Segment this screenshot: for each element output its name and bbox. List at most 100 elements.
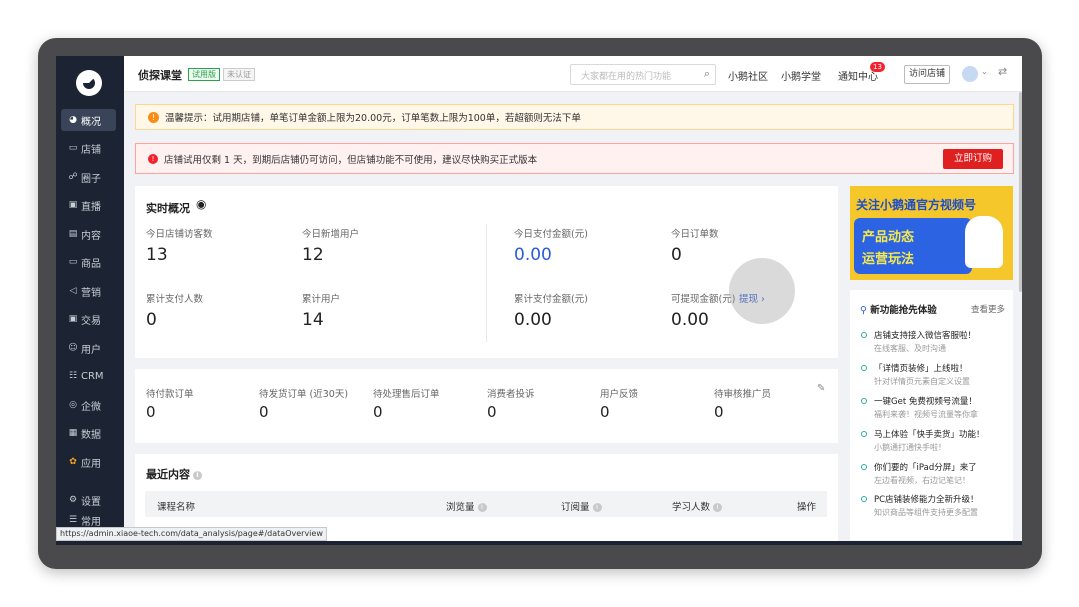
todo-value[interactable]: 0 xyxy=(600,403,610,421)
visit-store-button[interactable]: 访问店铺 xyxy=(904,65,951,84)
todo-label[interactable]: 待付款订单 xyxy=(146,386,194,400)
community-link[interactable]: 小鹅社区 xyxy=(728,68,768,83)
info-icon[interactable]: i xyxy=(592,503,602,512)
feature-title[interactable]: 店铺支持接入微信客服啦！ xyxy=(874,329,976,341)
live-icon: ▣ xyxy=(68,200,78,210)
top-bar: 侦探课堂 试用版 未认证 大家都在用的热门功能 ⌕ 小鹅社区 小鹅学堂 通知中心… xyxy=(124,56,1022,92)
data-icon: ▦ xyxy=(68,428,78,438)
sidebar-item-crm[interactable]: ☷ CRM xyxy=(61,365,116,387)
app-logo[interactable] xyxy=(76,70,102,96)
stat-value: 0 xyxy=(671,245,682,265)
bullet-icon xyxy=(861,464,867,470)
megaphone-icon: ◁ xyxy=(69,286,77,296)
sidebar-item-goods[interactable]: ▭ 商品 xyxy=(61,251,116,273)
stat-label: 今日新增用户 xyxy=(302,229,360,240)
todo-label[interactable]: 待审核推广员 xyxy=(714,386,771,400)
sidebar-item-settings[interactable]: ⚙ 设置 xyxy=(61,489,116,511)
stat-value: 12 xyxy=(302,245,324,265)
bullet-icon xyxy=(861,398,867,404)
sidebar-item-user[interactable]: ☺ 用户 xyxy=(61,337,116,359)
video-channel-promo[interactable]: 关注小鹅通官方视频号 产品动态 运营玩法 xyxy=(850,186,1013,280)
stat-label: 今日店铺访客数 xyxy=(146,229,213,240)
sidebar-item-overview[interactable]: ◕ 概况 xyxy=(61,109,116,131)
feature-subtitle: 福利来袭！视频号流量等你拿 xyxy=(874,410,978,419)
feature-subtitle: 知识商品等组件支持更多配置 xyxy=(874,508,978,517)
sidebar-item-wecom[interactable]: ◎ 企微 xyxy=(61,394,116,416)
sidebar-item-community[interactable]: ☍ 圈子 xyxy=(61,166,116,188)
stat-label: 累计支付人数 xyxy=(146,294,204,305)
column-actions: 操作 xyxy=(797,502,817,513)
bottom-strip xyxy=(56,541,1022,545)
view-more-link[interactable]: 查看更多 xyxy=(971,303,1005,315)
stat-value: 13 xyxy=(146,245,168,265)
rocket-icon: ⚲ xyxy=(860,305,871,316)
search-icon[interactable]: ⌕ xyxy=(704,67,710,81)
new-features-panel: ⚲ 新功能抢先体验 查看更多 店铺支持接入微信客服啦！ 在线客服、及时沟通 「详… xyxy=(850,290,1013,540)
crm-icon: ☷ xyxy=(68,371,78,381)
academy-link[interactable]: 小鹅学堂 xyxy=(781,68,821,83)
trial-badge: 试用版 xyxy=(188,68,220,81)
sidebar-item-marketing[interactable]: ◁ 营销 xyxy=(61,280,116,302)
feature-title[interactable]: PC店铺装修能力全新升级！ xyxy=(874,493,979,505)
bullet-icon xyxy=(861,496,867,502)
menu-icon: ☰ xyxy=(68,515,78,525)
app-screen: ◕ 概况 ▭ 店铺 ☍ 圈子 ▣ 直播 ▤ 内容 ▭ 商品 ◁ 营销 ▣ 交易 ☺ 用户 ☷ CRM… xyxy=(56,56,1022,545)
chevron-down-icon[interactable]: ⌄ xyxy=(981,67,988,76)
wecom-icon: ◎ xyxy=(69,400,77,410)
stat-label: 累计支付金额(元) xyxy=(514,294,588,305)
user-icon: ☺ xyxy=(68,343,78,353)
stat-label: 今日订单数 xyxy=(671,229,719,240)
sidebar-item-content[interactable]: ▤ 内容 xyxy=(61,223,116,245)
avatar[interactable] xyxy=(962,66,978,82)
todo-value[interactable]: 0 xyxy=(259,403,269,421)
alert-icon: ! xyxy=(148,153,158,164)
feature-title[interactable]: 一键Get 免费视频号流量！ xyxy=(874,395,977,407)
search-input[interactable]: 大家都在用的热门功能 ⌕ xyxy=(570,64,716,85)
settings-icon: ⚙ xyxy=(68,495,78,505)
promo-title: 关注小鹅通官方视频号 xyxy=(856,198,977,212)
todo-value[interactable]: 0 xyxy=(373,403,383,421)
feature-title[interactable]: 你们要的「iPad分屏」来了 xyxy=(874,461,977,473)
todo-value[interactable]: 0 xyxy=(146,403,156,421)
sidebar: ◕ 概况 ▭ 店铺 ☍ 圈子 ▣ 直播 ▤ 内容 ▭ 商品 ◁ 营销 ▣ 交易 ☺ 用户 ☷ CRM… xyxy=(56,56,124,545)
goods-icon: ▭ xyxy=(68,257,78,267)
notification-count-badge: 13 xyxy=(870,62,885,72)
stat-label: 累计用户 xyxy=(302,294,341,305)
status-bar-url: https://admin.xiaoe-tech.com/data_analys… xyxy=(56,527,327,541)
sidebar-item-trade[interactable]: ▣ 交易 xyxy=(61,308,116,330)
stat-value: 0.00 xyxy=(514,245,552,265)
table-header: 课程名称 浏览量 i 订阅量 i 学习人数 i 操作 xyxy=(145,491,827,517)
promo-line-1: 产品动态 xyxy=(862,230,915,245)
feature-subtitle: 在线客服、及时沟通 xyxy=(874,344,946,353)
sidebar-item-live[interactable]: ▣ 直播 xyxy=(61,194,116,216)
feature-title[interactable]: 「详情页装修」上线啦！ xyxy=(874,362,968,374)
todo-label[interactable]: 消费者投诉 xyxy=(487,386,535,400)
sidebar-item-store[interactable]: ▭ 店铺 xyxy=(61,137,116,159)
stat-value: 0.00 xyxy=(671,310,709,330)
info-icon[interactable]: i xyxy=(477,503,487,512)
switch-icon[interactable]: ⇄ xyxy=(998,65,1007,78)
feature-subtitle: 左边看视频，右边记笔记！ xyxy=(874,476,970,485)
warning-banner: ! 温馨提示：试用期店铺，单笔订单金额上限为20.00元，订单笔数上限为100单… xyxy=(135,104,1014,130)
promo-box: 产品动态 运营玩法 xyxy=(854,218,972,274)
todo-label[interactable]: 待发货订单 (近30天) xyxy=(259,386,348,400)
todo-card: 待付款订单 0 待发货订单 (近30天) 0 待处理售后订单 0 消费者投诉 0… xyxy=(135,369,838,443)
stat-value: 0 xyxy=(146,310,157,330)
page-scrollbar[interactable] xyxy=(1019,92,1022,292)
goose-mascot-icon xyxy=(965,216,1003,268)
unverified-badge[interactable]: 未认证 xyxy=(223,68,255,81)
todo-label[interactable]: 用户反馈 xyxy=(600,386,638,400)
todo-value[interactable]: 0 xyxy=(714,403,724,421)
trial-expiry-banner: ! 店铺试用仅剩 1 天，到期后店铺仍可访问，但店铺功能不可使用，建议尽快购买正… xyxy=(135,143,1014,174)
todo-value[interactable]: 0 xyxy=(487,403,497,421)
eye-icon[interactable]: ◉ xyxy=(196,197,206,211)
info-icon[interactable]: i xyxy=(713,503,723,512)
sidebar-item-data[interactable]: ▦ 数据 xyxy=(61,422,116,444)
info-icon[interactable]: i xyxy=(193,470,202,480)
warning-text: 温馨提示：试用期店铺，单笔订单金额上限为20.00元，订单笔数上限为100单，若… xyxy=(165,113,581,124)
feature-title[interactable]: 马上体验「快手卖货」功能！ xyxy=(874,428,985,440)
sidebar-item-apps[interactable]: ✿ 应用 xyxy=(61,451,116,473)
edit-icon[interactable]: ✎ xyxy=(817,383,825,394)
buy-now-button[interactable]: 立即订购 xyxy=(943,149,1003,169)
todo-label[interactable]: 待处理售后订单 xyxy=(373,386,440,400)
